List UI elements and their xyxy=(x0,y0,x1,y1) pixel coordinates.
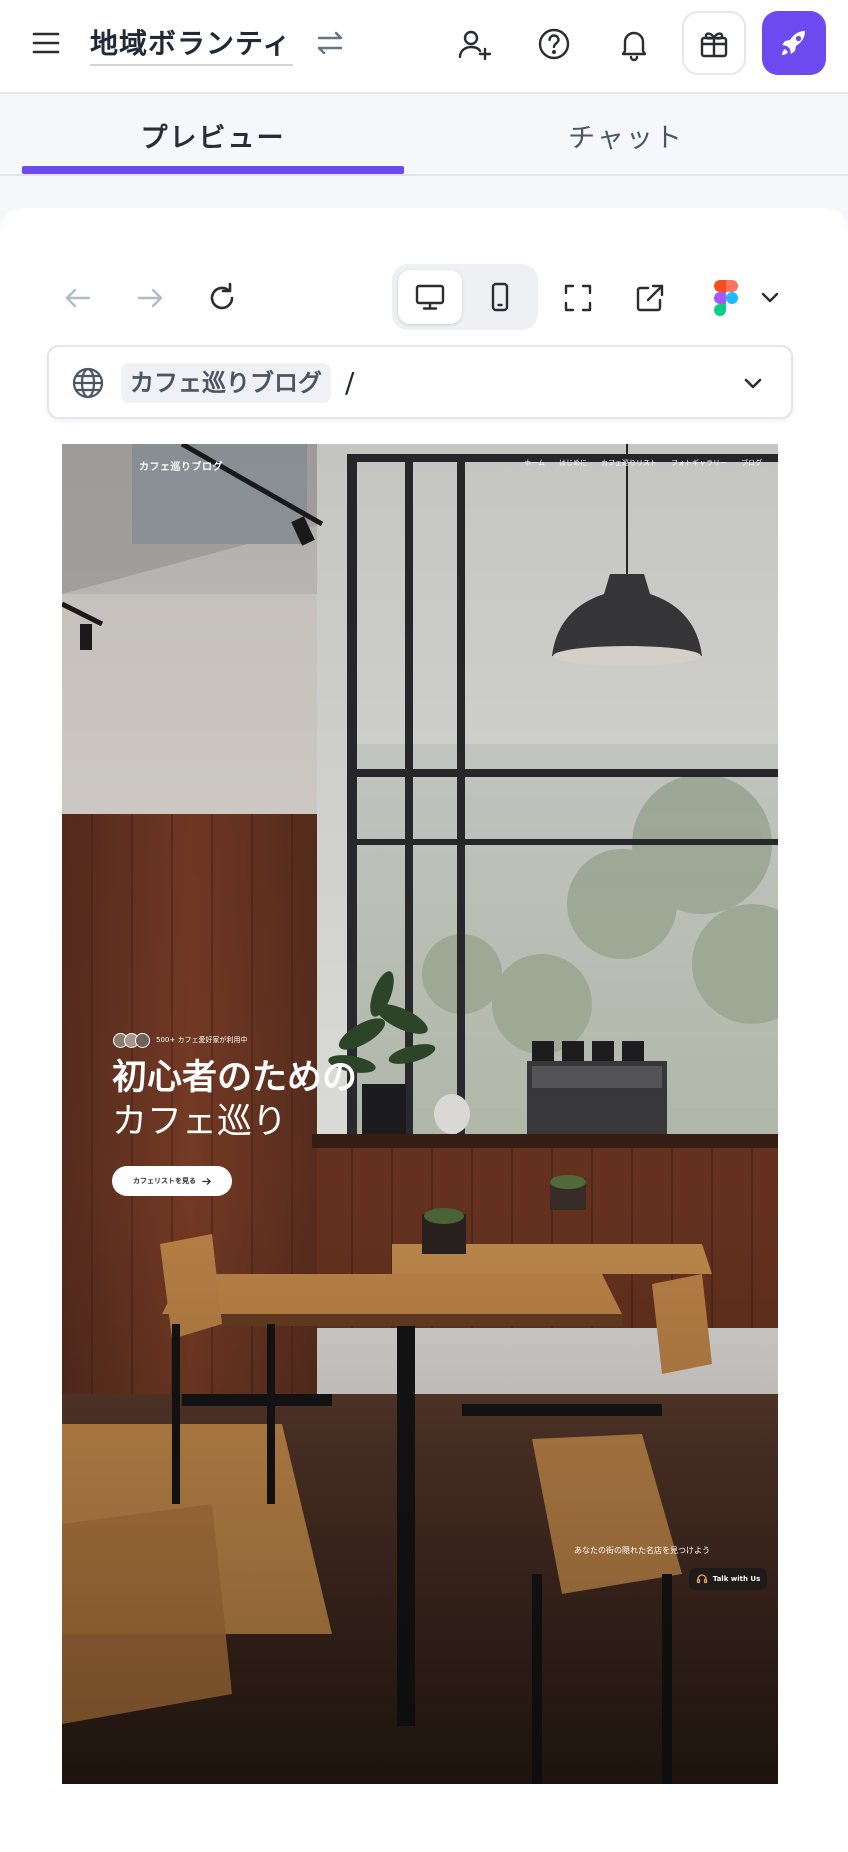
figma-export-button[interactable] xyxy=(704,276,748,320)
gift-button[interactable] xyxy=(682,11,746,75)
fullscreen-button[interactable] xyxy=(556,276,600,320)
view-cafe-list-button[interactable]: カフェリストを見る xyxy=(112,1166,232,1196)
back-button[interactable] xyxy=(56,276,100,320)
site-nav-item-gallery[interactable]: フォトギャラリー xyxy=(671,458,727,468)
site-nav-item-blog[interactable]: ブログ xyxy=(741,458,762,468)
back-arrow-icon xyxy=(65,288,91,308)
rocket-icon xyxy=(782,31,805,55)
reload-button[interactable] xyxy=(200,276,244,320)
url-path[interactable]: / xyxy=(345,363,354,403)
swap-icon[interactable] xyxy=(314,27,346,59)
talk-with-us-button[interactable]: Talk with Us xyxy=(689,1568,767,1590)
tab-preview[interactable]: プレビュー xyxy=(22,96,404,174)
device-toggle xyxy=(392,264,538,330)
hero-title-line-2: カフェ巡り xyxy=(112,1102,288,1142)
site-name-chip: カフェ巡りブログ xyxy=(121,363,331,403)
tab-bar: プレビュー チャット xyxy=(0,96,848,176)
user-count-row: 500+ カフェ愛好家が利用中 xyxy=(113,1032,247,1048)
site-nav-item-home[interactable]: ホーム xyxy=(524,458,545,468)
gift-icon xyxy=(700,32,728,58)
site-logo[interactable]: カフェ巡りブログ xyxy=(139,458,223,473)
add-user-icon[interactable] xyxy=(452,22,496,66)
tab-chat[interactable]: チャット xyxy=(435,96,817,174)
open-external-button[interactable] xyxy=(628,276,672,320)
project-title[interactable]: 地域ボランティ xyxy=(90,22,294,66)
globe-icon xyxy=(71,366,105,400)
headset-icon xyxy=(696,1574,707,1584)
figma-menu-button[interactable] xyxy=(748,276,792,320)
desktop-icon xyxy=(415,284,445,310)
arrow-right-icon xyxy=(202,1177,211,1185)
reload-icon xyxy=(210,282,234,310)
external-link-icon xyxy=(636,284,664,312)
cta-label: カフェリストを見る xyxy=(133,1177,196,1185)
url-bar[interactable]: カフェ巡りブログ / xyxy=(47,345,793,419)
deploy-button[interactable] xyxy=(762,11,826,75)
user-count-text: 500+ カフェ愛好家が利用中 xyxy=(156,1036,248,1044)
fullscreen-icon xyxy=(564,284,592,312)
hero-tagline: あなたの街の隠れた名店を見つけよう xyxy=(574,1546,710,1555)
bell-icon[interactable] xyxy=(612,22,656,66)
website-preview[interactable]: カフェ巡りブログ ホーム はじめに カフェ巡りリスト フォトギャラリー ブログ … xyxy=(62,444,778,1784)
hero-title: 初心者のための カフェ巡り xyxy=(112,1056,412,1144)
top-bar: 地域ボランティ xyxy=(0,0,848,94)
mobile-view-button[interactable] xyxy=(468,270,532,324)
talk-with-us-label: Talk with Us xyxy=(712,1575,761,1583)
desktop-view-button[interactable] xyxy=(398,270,462,324)
active-tab-indicator xyxy=(22,166,404,174)
site-nav-item-cafe-list[interactable]: カフェ巡りリスト xyxy=(601,458,657,468)
figma-icon xyxy=(714,280,738,316)
menu-icon[interactable] xyxy=(30,27,62,59)
chevron-down-icon xyxy=(761,292,779,303)
chevron-down-icon[interactable] xyxy=(739,370,767,398)
forward-button[interactable] xyxy=(128,276,172,320)
forward-arrow-icon xyxy=(137,288,163,308)
hero-title-line-1: 初心者のための xyxy=(112,1057,358,1098)
avatar xyxy=(135,1032,150,1048)
site-nav-item-intro[interactable]: はじめに xyxy=(559,458,587,468)
help-icon[interactable] xyxy=(532,22,576,66)
mobile-icon xyxy=(491,282,509,312)
site-nav: ホーム はじめに カフェ巡りリスト フォトギャラリー ブログ xyxy=(524,458,762,468)
